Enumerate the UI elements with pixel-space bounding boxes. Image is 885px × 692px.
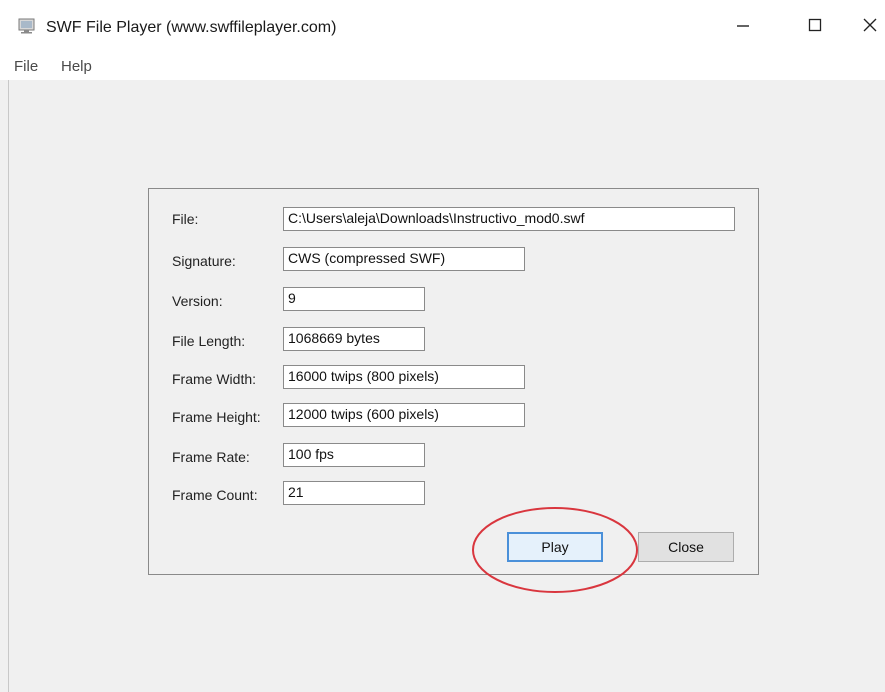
frame-count-label: Frame Count:	[172, 487, 258, 503]
menu-help[interactable]: Help	[61, 58, 92, 75]
frame-height-field[interactable]: 12000 twips (600 pixels)	[283, 403, 525, 427]
frame-rate-label: Frame Rate:	[172, 449, 250, 465]
menu-bar: File Help	[0, 54, 885, 80]
file-length-field[interactable]: 1068669 bytes	[283, 327, 425, 351]
close-button[interactable]: Close	[638, 532, 734, 562]
version-field[interactable]: 9	[283, 287, 425, 311]
maximize-button[interactable]	[790, 0, 840, 54]
close-icon	[863, 18, 877, 37]
window-title: SWF File Player (www.swffileplayer.com)	[46, 19, 337, 36]
signature-field[interactable]: CWS (compressed SWF)	[283, 247, 525, 271]
minimize-icon	[736, 18, 750, 37]
play-button[interactable]: Play	[507, 532, 603, 562]
file-path-field[interactable]: C:\Users\aleja\Downloads\Instructivo_mod…	[283, 207, 735, 231]
frame-height-label: Frame Height:	[172, 409, 261, 425]
swf-player-app-icon	[18, 18, 36, 34]
menu-file[interactable]: File	[14, 58, 38, 75]
version-label: Version:	[172, 293, 223, 309]
signature-label: Signature:	[172, 253, 236, 269]
minimize-button[interactable]	[718, 0, 768, 54]
frame-width-field[interactable]: 16000 twips (800 pixels)	[283, 365, 525, 389]
app-window: SWF File Player (www.swffileplayer.com) …	[0, 0, 885, 692]
frame-rate-field[interactable]: 100 fps	[283, 443, 425, 467]
frame-width-label: Frame Width:	[172, 371, 257, 387]
title-bar[interactable]: SWF File Player (www.swffileplayer.com)	[0, 0, 885, 54]
file-details-panel: File: C:\Users\aleja\Downloads\Instructi…	[148, 188, 759, 575]
file-length-label: File Length:	[172, 333, 246, 349]
close-window-button[interactable]	[845, 0, 885, 54]
window-left-border	[8, 80, 9, 692]
maximize-icon	[808, 18, 822, 37]
file-label: File:	[172, 211, 199, 227]
frame-count-field[interactable]: 21	[283, 481, 425, 505]
